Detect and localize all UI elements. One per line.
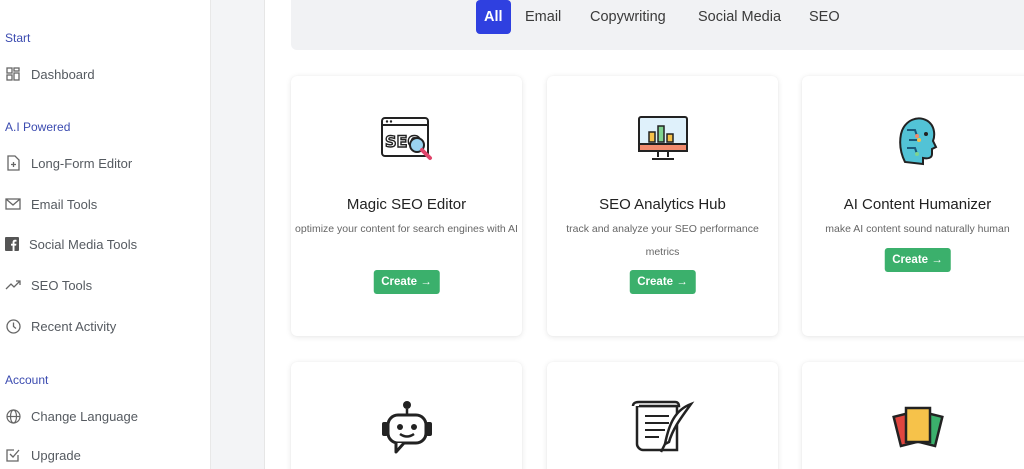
document-plus-icon	[5, 155, 21, 171]
trend-up-icon	[5, 277, 21, 293]
ai-head-icon	[802, 114, 1024, 170]
section-title-ai: A.I Powered	[5, 120, 71, 134]
sidebar-item-change-language[interactable]: Change Language	[0, 403, 205, 429]
sidebar-item-label: Long-Form Editor	[31, 155, 133, 171]
seo-magnifier-icon: SEO	[291, 114, 522, 170]
cards-icon	[802, 400, 1024, 456]
sidebar-item-email-tools[interactable]: Email Tools	[0, 191, 205, 217]
sidebar-item-social-media-tools[interactable]: Social Media Tools	[0, 231, 205, 257]
sidebar-item-seo-tools[interactable]: SEO Tools	[0, 272, 205, 298]
sidebar-item-dashboard[interactable]: Dashboard	[0, 61, 205, 87]
globe-icon	[5, 408, 21, 424]
sidebar: Start Dashboard A.I Powered Long-Form Ed…	[0, 0, 211, 469]
category-tabs: All Email Copywriting Social Media SEO	[291, 0, 1024, 50]
sidebar-item-label: Recent Activity	[31, 318, 117, 334]
scroll-quill-icon	[547, 400, 778, 456]
sidebar-item-upgrade[interactable]: Upgrade	[0, 442, 205, 468]
sidebar-item-label: Social Media Tools	[29, 236, 138, 252]
sidebar-item-long-form-editor[interactable]: Long-Form Editor	[0, 150, 205, 176]
layout-gap	[212, 0, 264, 469]
tab-social-media[interactable]: Social Media	[690, 0, 789, 34]
card-title: AI Content Humanizer	[843, 196, 992, 213]
create-button[interactable]: Create →	[373, 270, 440, 294]
mail-icon	[5, 196, 21, 212]
sidebar-item-label: Upgrade	[31, 447, 81, 463]
sidebar-item-label: Change Language	[31, 408, 138, 424]
facebook-icon	[4, 236, 20, 252]
checkbox-icon	[5, 447, 21, 463]
robot-icon	[291, 400, 522, 456]
sidebar-item-label: Dashboard	[31, 66, 95, 82]
card-title: SEO Analytics Hub	[599, 196, 726, 213]
tab-seo[interactable]: SEO	[801, 0, 848, 34]
sidebar-item-label: SEO Tools	[31, 277, 93, 293]
tab-email[interactable]: Email	[517, 0, 569, 34]
sidebar-item-recent-activity[interactable]: Recent Activity	[0, 313, 205, 339]
section-title-start: Start	[5, 31, 31, 45]
clock-icon	[5, 318, 21, 334]
tool-card-ai-content-humanizer[interactable]: AI Content Humanizer make AI content sou…	[802, 76, 1024, 336]
tool-card-seo-analytics-hub[interactable]: SEO Analytics Hub track and analyze your…	[547, 76, 778, 336]
analytics-monitor-icon	[547, 114, 778, 170]
tool-card-flashcards[interactable]	[802, 362, 1024, 469]
create-button[interactable]: Create →	[629, 270, 696, 294]
tab-all[interactable]: All	[476, 0, 511, 34]
card-description: make AI content sound naturally human	[825, 223, 1010, 235]
main-content: All Email Copywriting Social Media SEO S…	[264, 0, 1024, 469]
tool-card-writer[interactable]	[547, 362, 778, 469]
sidebar-item-label: Email Tools	[31, 196, 98, 212]
section-title-account: Account	[5, 373, 49, 387]
tool-card-magic-seo-editor[interactable]: SEO Magic SEO Editor optimize your conte…	[291, 76, 522, 336]
card-description: track and analyze your SEO performance m…	[566, 223, 759, 258]
tool-card-chatbot[interactable]	[291, 362, 522, 469]
card-title: Magic SEO Editor	[346, 196, 467, 213]
card-description: optimize your content for search engines…	[295, 223, 518, 235]
tab-copywriting[interactable]: Copywriting	[582, 0, 674, 34]
dashboard-icon	[5, 66, 21, 82]
create-button[interactable]: Create →	[884, 248, 951, 272]
